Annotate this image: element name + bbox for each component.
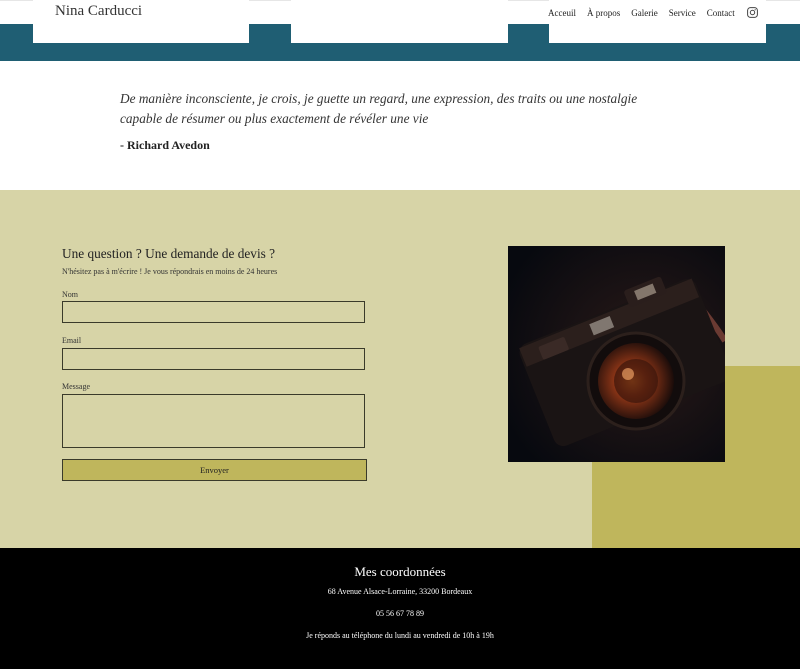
site-header: Nina Carducci Acceuil À propos Galerie S… [0, 0, 800, 62]
contact-subtitle: N'hésitez pas à m'écrire ! Je vous répon… [62, 267, 278, 276]
main-nav: Acceuil À propos Galerie Service Contact [548, 7, 758, 18]
nav-item-galerie[interactable]: Galerie [631, 8, 657, 18]
page: Nina Carducci Acceuil À propos Galerie S… [0, 0, 800, 669]
footer-hours: Je réponds au téléphone du lundi au vend… [306, 631, 494, 640]
quote-author: - Richard Avedon [120, 138, 210, 152]
camera-photo [508, 246, 725, 462]
nav-item-accueil[interactable]: Acceuil [548, 8, 576, 18]
name-field[interactable] [62, 301, 365, 323]
quote-section: De manière inconsciente, je crois, je gu… [0, 62, 800, 190]
contact-section: Une question ? Une demande de devis ? N'… [0, 190, 800, 548]
nav-item-contact[interactable]: Contact [707, 8, 735, 18]
name-label: Nom [62, 290, 78, 299]
contact-title: Une question ? Une demande de devis ? [62, 246, 276, 261]
footer-address: 68 Avenue Alsace-Lorraine, 33200 Bordeau… [327, 587, 473, 596]
instagram-icon[interactable] [746, 7, 758, 18]
footer-phone: 05 56 67 78 89 [376, 609, 424, 618]
quote-text: De manière inconsciente, je crois, je gu… [120, 91, 638, 126]
message-label: Message [62, 382, 90, 391]
brand-name[interactable]: Nina Carducci [55, 3, 142, 20]
header-block-2 [291, 0, 508, 43]
email-label: Email [62, 336, 82, 345]
nav-item-a-propos[interactable]: À propos [587, 8, 620, 18]
nav-item-service[interactable]: Service [669, 8, 696, 18]
message-field[interactable] [62, 394, 365, 448]
site-footer: Mes coordonnées 68 Avenue Alsace-Lorrain… [0, 548, 800, 669]
email-field[interactable] [62, 348, 365, 370]
footer-title: Mes coordonnées [354, 564, 446, 579]
submit-button[interactable]: Envoyer [62, 459, 367, 481]
